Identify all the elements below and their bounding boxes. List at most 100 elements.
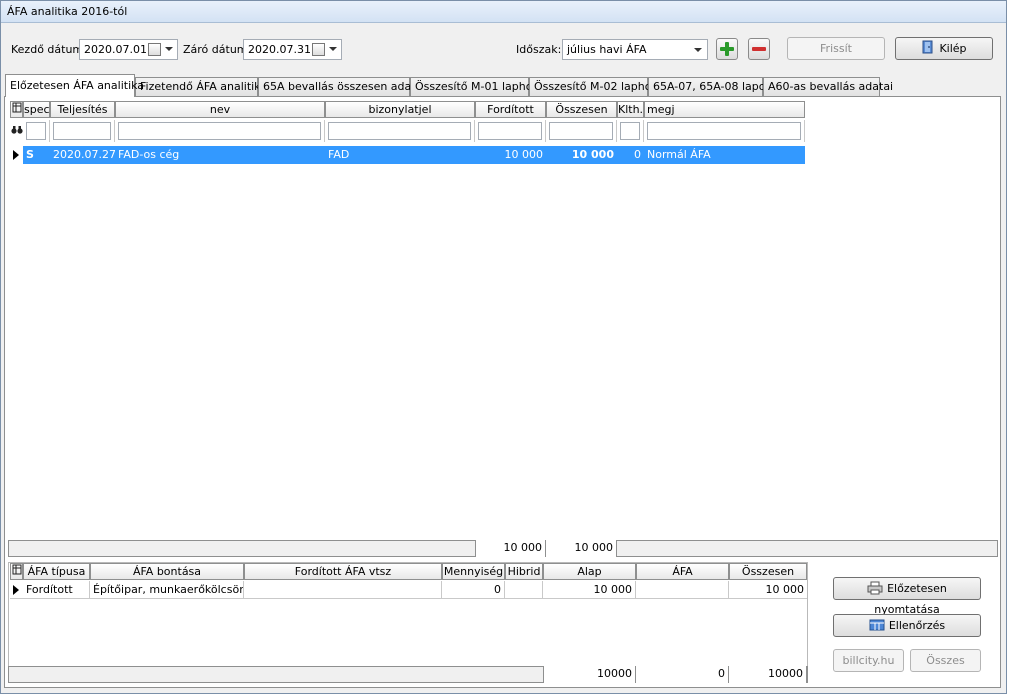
plus-icon (720, 42, 734, 56)
filter-spec-input[interactable] (26, 122, 46, 140)
filter-teljesites[interactable] (50, 120, 115, 142)
add-period-button[interactable] (716, 38, 738, 60)
bcell-hibrid[interactable] (505, 581, 543, 598)
tab-fizetendo[interactable]: Fizetendő ÁFA analitika (135, 77, 267, 96)
filter-forditott-input[interactable] (478, 122, 542, 140)
remove-period-button[interactable] (748, 38, 770, 60)
filter-osszesen-input[interactable] (549, 122, 613, 140)
chevron-down-icon[interactable] (694, 48, 702, 52)
bcell-afa[interactable] (636, 581, 729, 598)
bcol-alap[interactable]: Alap (543, 563, 636, 580)
btotal-afa: 0 (636, 666, 729, 683)
cell-megj[interactable]: Normál ÁFA (644, 146, 805, 163)
end-date-field[interactable]: 2020.07.31. (243, 39, 342, 60)
col-forditott[interactable]: Fordított (475, 101, 546, 118)
tab-elozetesen[interactable]: Előzetesen ÁFA analitika (5, 74, 144, 97)
filter-bizonylatjel[interactable] (325, 120, 475, 142)
tab-65a-07-08[interactable]: 65A-07, 65A-08 lapok (648, 77, 772, 96)
door-exit-icon (922, 40, 933, 54)
cell-forditott[interactable]: 10 000 (475, 146, 546, 163)
printer-icon (867, 581, 883, 595)
col-bizonylatjel[interactable]: bizonylatjel (325, 101, 475, 118)
calendar-icon[interactable] (312, 43, 325, 56)
col-klth[interactable]: Klth. (617, 101, 644, 118)
period-label: Időszak: (516, 43, 562, 56)
filter-megj[interactable] (644, 120, 805, 142)
bcol-mennyiseg[interactable]: Mennyiség (442, 563, 505, 580)
bcol-osszesen[interactable]: Összesen (729, 563, 807, 580)
all-button[interactable]: Összes (910, 649, 981, 672)
total-osszesen: 10 000 (546, 540, 617, 557)
start-date-field[interactable]: 2020.07.01. (79, 39, 178, 60)
row-indicator (10, 581, 23, 599)
cell-teljesites[interactable]: 2020.07.27. (50, 146, 115, 163)
period-select[interactable]: július havi ÁFA (562, 39, 708, 60)
filter-forditott[interactable] (475, 120, 546, 142)
filter-megj-input[interactable] (647, 122, 801, 140)
tab-a60[interactable]: A60-as bevallás adatai (763, 77, 893, 96)
btotal-osszesen: 10000 (729, 666, 807, 683)
filter-nev-input[interactable] (118, 122, 321, 140)
print-prev-button[interactable]: Előzetesen nyomtatása (833, 577, 981, 616)
table-row[interactable]: Fordított Építőipar, munkaerőkölcsönz...… (10, 581, 807, 599)
end-date-value: 2020.07.31. (248, 43, 315, 56)
exit-button[interactable]: Kilép (895, 37, 993, 60)
bcell-mennyiseg[interactable]: 0 (442, 581, 505, 598)
filter-nev[interactable] (115, 120, 325, 142)
bottom-grid (8, 562, 808, 682)
binoculars-icon (10, 119, 23, 143)
filter-teljesites-input[interactable] (53, 122, 111, 140)
filter-bizonylatjel-input[interactable] (328, 122, 471, 140)
bcol-afa-bontasa[interactable]: ÁFA bontása (90, 563, 244, 580)
cell-bizonylatjel[interactable]: FAD (325, 146, 475, 163)
chevron-down-icon[interactable] (165, 47, 173, 51)
window-title: ÁFA analitika 2016-tól (1, 1, 1006, 23)
col-teljesites[interactable]: Teljesítés (50, 101, 115, 118)
filter-spec[interactable] (23, 120, 50, 142)
refresh-button[interactable]: Frissít (787, 37, 885, 60)
bcol-hibrid[interactable]: Hibrid (505, 563, 543, 580)
row-indicator (10, 146, 23, 164)
cell-nev[interactable]: FAD-os cég (115, 146, 325, 163)
row-pointer-icon (13, 150, 19, 160)
bcell-osszesen[interactable]: 10 000 (729, 581, 807, 598)
bcell-alap[interactable]: 10 000 (543, 581, 636, 598)
filter-osszesen[interactable] (546, 120, 617, 142)
col-osszesen[interactable]: Összesen (546, 101, 617, 118)
start-date-value: 2020.07.01. (84, 43, 151, 56)
cell-klth[interactable]: 0 (617, 146, 644, 163)
col-nev[interactable]: nev (115, 101, 325, 118)
chevron-down-icon[interactable] (329, 47, 337, 51)
minus-icon (752, 47, 766, 51)
check-button[interactable]: Ellenőrzés (833, 614, 981, 637)
tab-65a-osszesen[interactable]: 65A bevallás összesen adatai (258, 77, 425, 96)
tab-m02[interactable]: Összesítő M-02 laphoz (529, 77, 657, 96)
exit-button-label: Kilép (939, 42, 967, 55)
billcity-button[interactable]: billcity.hu (833, 649, 904, 672)
cell-osszesen[interactable]: 10 000 (546, 146, 617, 163)
grid-settings-icon[interactable] (10, 101, 23, 118)
tab-m01[interactable]: Összesítő M-01 laphoz (410, 77, 538, 96)
bottom-grid-settings-icon[interactable] (10, 563, 23, 580)
row-pointer-icon (13, 585, 19, 595)
table-check-icon (869, 619, 885, 631)
filter-klth-input[interactable] (620, 122, 640, 140)
cell-spec[interactable]: S (23, 146, 50, 163)
bcol-afa-tipusa[interactable]: ÁFA típusa (23, 563, 90, 580)
table-row[interactable]: S 2020.07.27. FAD-os cég FAD 10 000 10 0… (10, 146, 805, 164)
bcell-tipus[interactable]: Fordított (23, 581, 90, 598)
calendar-icon[interactable] (148, 43, 161, 56)
end-date-label: Záró dátum: (183, 43, 252, 56)
start-date-label: Kezdő dátum: (11, 43, 87, 56)
bcell-vtsz[interactable] (244, 581, 442, 598)
bcol-afa[interactable]: ÁFA (636, 563, 729, 580)
total-forditott: 10 000 (475, 540, 546, 557)
col-megj[interactable]: megj (644, 101, 805, 118)
btotal-alap: 10000 (543, 666, 636, 683)
filter-klth[interactable] (617, 120, 644, 142)
print-prev-label: Előzetesen nyomtatása (874, 582, 947, 616)
bcol-forditott-vtsz[interactable]: Fordított ÁFA vtsz (244, 563, 442, 580)
col-spec[interactable]: spec (23, 101, 50, 118)
bcell-bontas[interactable]: Építőipar, munkaerőkölcsönz... (90, 581, 244, 598)
check-label: Ellenőrzés (888, 619, 946, 632)
